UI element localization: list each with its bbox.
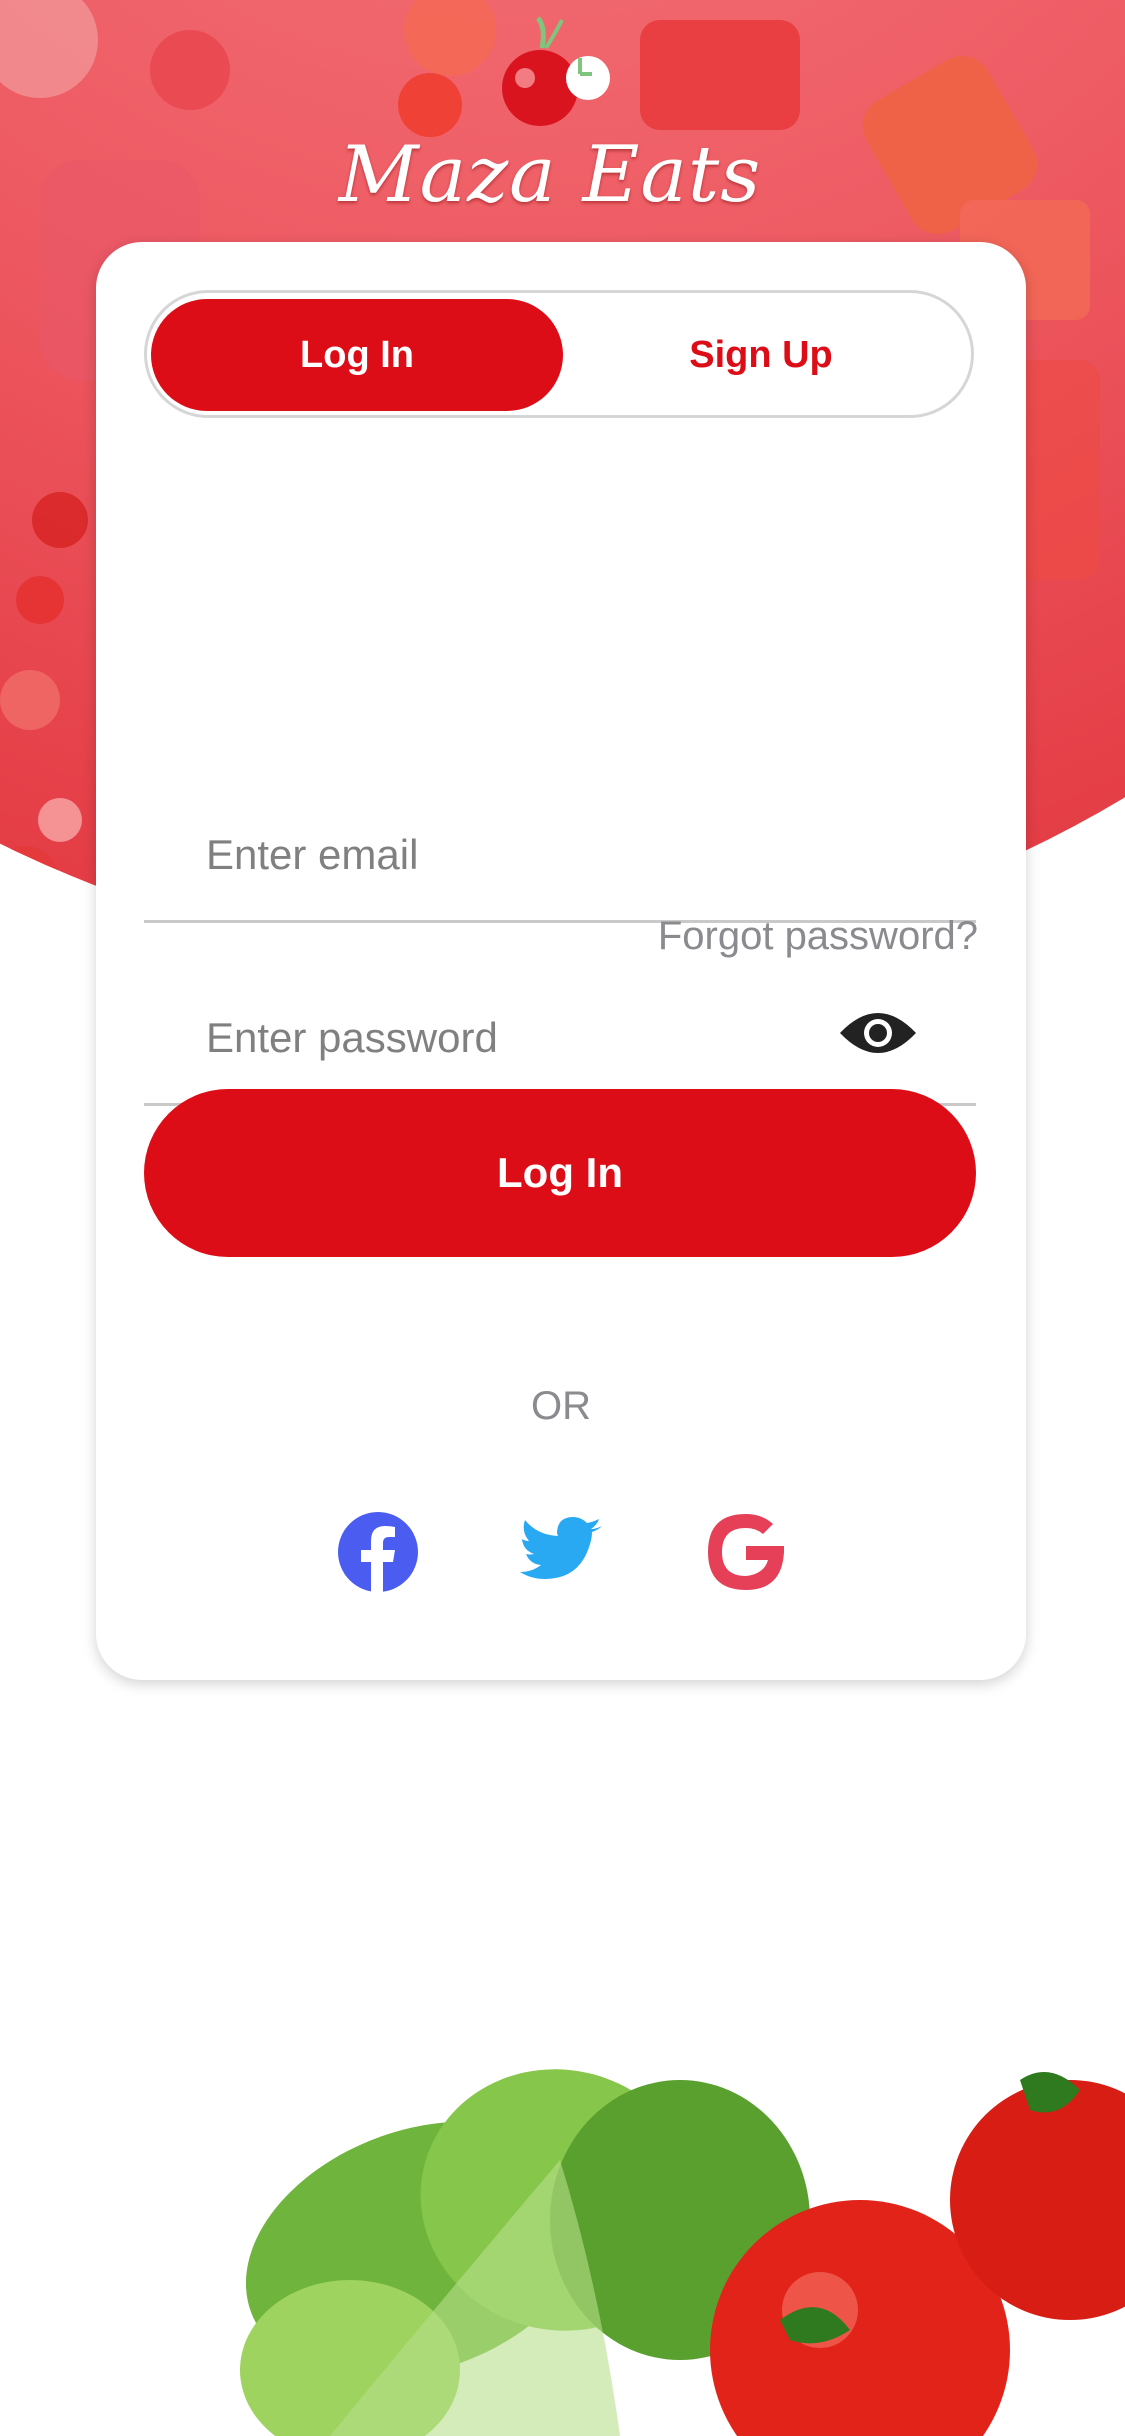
password-input[interactable] bbox=[204, 1007, 848, 1069]
facebook-icon[interactable] bbox=[336, 1510, 420, 1594]
tab-signup[interactable]: Sign Up bbox=[555, 299, 967, 411]
password-field bbox=[144, 963, 976, 1106]
login-button[interactable]: Log In bbox=[144, 1089, 976, 1257]
email-field bbox=[144, 780, 976, 923]
email-input[interactable] bbox=[204, 824, 848, 886]
or-divider: OR bbox=[531, 1384, 591, 1428]
brand-name: Maza Eats bbox=[338, 130, 762, 220]
tab-login[interactable]: Log In bbox=[151, 299, 563, 411]
google-icon[interactable] bbox=[704, 1510, 788, 1594]
auth-tabs: Log In Sign Up bbox=[144, 290, 974, 418]
forgot-password-link[interactable]: Forgot password? bbox=[658, 914, 978, 959]
twitter-icon[interactable] bbox=[520, 1510, 604, 1594]
eye-icon[interactable] bbox=[838, 1005, 918, 1061]
vegetables-illustration bbox=[240, 2069, 1125, 2436]
logo: Maza Eats bbox=[310, 10, 790, 235]
auth-card: Log In Sign Up Forgot password? Log In O… bbox=[96, 242, 1026, 1680]
